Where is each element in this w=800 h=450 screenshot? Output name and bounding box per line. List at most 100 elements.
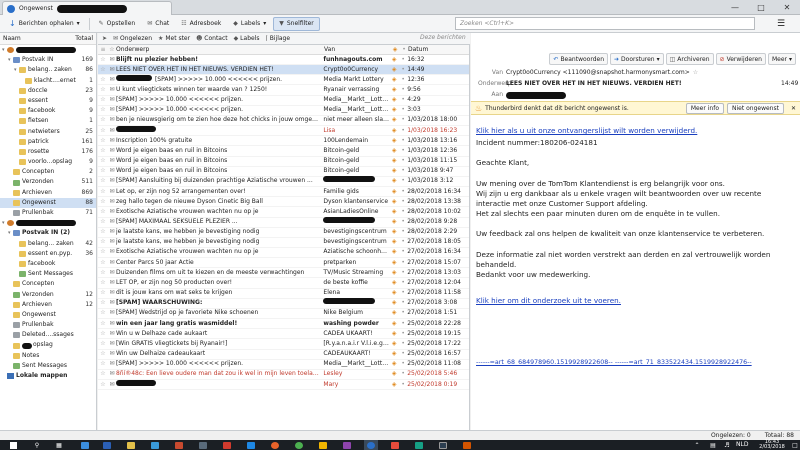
read-status-icon[interactable]: • <box>399 288 407 298</box>
junk-flame-icon[interactable]: ◈ <box>389 115 399 125</box>
thread-column-icon[interactable]: ≡ <box>98 46 108 53</box>
task-view-icon[interactable]: ▦ <box>52 440 66 450</box>
read-status-icon[interactable]: • <box>399 329 407 339</box>
message-row[interactable]: ☆ ✉ Word je eigen baas en ruil in Bitcoins… <box>98 167 469 177</box>
hamburger-menu-icon[interactable]: ☰ <box>770 17 792 30</box>
junk-flame-icon[interactable]: ◈ <box>389 136 399 146</box>
forward-button[interactable]: ➜ Doorsturen ▾ <box>610 53 664 65</box>
junk-flame-icon[interactable]: ◈ <box>389 156 399 166</box>
junk-flame-icon[interactable]: ◈ <box>389 85 399 95</box>
star-icon[interactable]: ☆ <box>98 247 108 257</box>
read-status-icon[interactable]: • <box>399 187 407 197</box>
app-icon[interactable] <box>100 440 114 450</box>
read-status-icon[interactable]: • <box>399 85 407 95</box>
message-row[interactable]: ☆ ✉ Word je eigen baas en ruil in Bitcoins… <box>98 157 469 167</box>
tags-button[interactable]: ◆ Labels ▾ <box>228 17 271 31</box>
subject-column[interactable]: Onderwerp <box>116 46 324 53</box>
star-icon[interactable]: ☆ <box>98 156 108 166</box>
close-icon[interactable]: ✕ <box>787 105 800 112</box>
junk-flame-icon[interactable]: ◈ <box>389 369 399 379</box>
message-row[interactable]: ☆ ✉ [SPAM] >>>>> 10.000 <<<<<< prijzen. Med… <box>98 74 469 86</box>
get-mail-button[interactable]: ↓ Berichten ophalen ▾ <box>4 17 85 31</box>
star-icon[interactable]: ☆ <box>98 319 108 329</box>
message-row[interactable]: ☆ ✉ [SPAM] Wedstrijd op je favoriete Nike … <box>98 308 469 320</box>
read-status-icon[interactable]: • <box>399 319 407 329</box>
read-status-icon[interactable]: • <box>399 105 407 115</box>
folder-item[interactable]: Archieven 12 <box>0 300 96 310</box>
message-row[interactable]: ☆ ✉ Duizenden films om uit te kiezen en de… <box>98 268 469 279</box>
message-row[interactable]: ☆ ✉ zeg hallo tegen de nieuwe Dyson Cineti… <box>98 197 469 208</box>
folder-item[interactable]: facebook <box>0 259 96 269</box>
write-button[interactable]: ✎ Opstellen <box>94 17 141 31</box>
junk-flame-icon[interactable]: ◈ <box>389 380 399 390</box>
read-status-icon[interactable]: • <box>399 197 407 207</box>
filter-contact-button[interactable]: ☻ Contact <box>196 35 228 42</box>
tray-chevron-icon[interactable]: ⌃ <box>690 440 704 450</box>
message-row[interactable]: ☆ ✉ Exotische Aziatische vrouwen wachten n… <box>98 247 469 259</box>
message-row[interactable]: ☆ ✉ LET OP, er zijn nog 50 producten over!… <box>98 278 469 289</box>
folder-item[interactable]: klacht....ernet 1 <box>0 76 96 86</box>
read-status-icon[interactable]: • <box>399 156 407 166</box>
junk-flame-icon[interactable]: ◈ <box>389 126 399 136</box>
junk-flame-icon[interactable]: ◈ <box>389 308 399 318</box>
message-row[interactable]: ☆ ✉ Let op, er zijn nog 52 arrangementen o… <box>98 187 469 198</box>
folder-item[interactable]: ▾ Postvak IN (2) <box>0 228 96 238</box>
more-button[interactable]: Meer ▾ <box>767 53 796 65</box>
from-column[interactable]: Van <box>324 46 390 53</box>
thunderbird-taskbar-icon[interactable] <box>364 440 378 450</box>
junk-flame-icon[interactable]: ◈ <box>389 278 399 288</box>
close-icon[interactable]: ✕ <box>774 1 800 14</box>
folder-item[interactable]: Notes <box>0 351 96 361</box>
star-column-icon[interactable]: ☆ <box>108 46 116 53</box>
star-icon[interactable]: ☆ <box>98 115 108 125</box>
app-icon[interactable] <box>436 440 450 450</box>
quick-filter-button[interactable]: ▼ Snelfilter <box>273 16 320 31</box>
minimize-icon[interactable]: — <box>722 1 748 14</box>
junk-flame-icon[interactable]: ◈ <box>389 146 399 156</box>
app-icon[interactable] <box>460 440 474 450</box>
folder-item[interactable]: doccle 23 <box>0 86 96 96</box>
star-icon[interactable]: ☆ <box>98 308 108 318</box>
star-icon[interactable]: ☆ <box>693 69 698 76</box>
read-status-icon[interactable]: • <box>399 278 407 288</box>
junk-flame-icon[interactable]: ◈ <box>389 207 399 217</box>
junk-flame-icon[interactable]: ◈ <box>389 95 399 105</box>
folder-item[interactable]: Sent Messages <box>0 269 96 279</box>
folder-item[interactable]: Verzonden 12 <box>0 290 96 300</box>
star-icon[interactable]: ☆ <box>98 268 108 278</box>
junk-flame-icon[interactable]: ◈ <box>389 319 399 329</box>
junk-flame-icon[interactable]: ◈ <box>389 339 399 349</box>
message-row[interactable]: ☆ ✉ Blijft nu plezier hebben! funhnagouts.c… <box>98 55 469 66</box>
reply-button[interactable]: ↶ Beantwoorden <box>549 53 608 65</box>
message-row[interactable]: ☆ ✉ ben je nieuwsgierig om te zien hoe dez… <box>98 115 469 127</box>
app-icon[interactable] <box>78 440 92 450</box>
address-book-button[interactable]: ☷ Adresboek <box>176 17 226 31</box>
junk-flame-icon[interactable]: ◈ <box>389 359 399 369</box>
read-status-icon[interactable]: • <box>399 298 407 308</box>
star-icon[interactable]: ☆ <box>98 146 108 156</box>
read-status-icon[interactable]: • <box>399 75 407 85</box>
folder-item[interactable]: opslag <box>0 340 96 350</box>
star-icon[interactable]: ☆ <box>98 298 108 308</box>
read-status-icon[interactable]: • <box>399 176 407 186</box>
folder-item[interactable]: rosette 176 <box>0 147 96 157</box>
junk-flame-icon[interactable]: ◈ <box>389 247 399 257</box>
app-icon[interactable] <box>412 440 426 450</box>
read-status-icon[interactable]: • <box>399 95 407 105</box>
read-status-icon[interactable]: • <box>399 258 407 268</box>
app-icon[interactable] <box>388 440 402 450</box>
unsubscribe-link[interactable]: Klik hier als u uit onze ontvangerslijst… <box>476 126 697 135</box>
star-icon[interactable]: ☆ <box>98 176 108 186</box>
message-row[interactable]: ☆ ✉ [SPAM] >>>>> 10.000 <<<<<< prijzen. Med… <box>98 96 469 106</box>
junk-flame-icon[interactable]: ◈ <box>389 187 399 197</box>
read-status-icon[interactable]: • <box>399 126 407 136</box>
chat-button[interactable]: ✉ Chat <box>142 17 174 31</box>
read-status-icon[interactable]: • <box>399 339 407 349</box>
message-row[interactable]: ☆ ✉ Win uw Delhaize cadeaukaart CADEAUKAART… <box>98 350 469 360</box>
folder-item[interactable]: fietsen 1 <box>0 116 96 126</box>
junk-flame-icon[interactable]: ◈ <box>389 258 399 268</box>
star-icon[interactable]: ☆ <box>98 136 108 146</box>
message-row[interactable]: ☆ ✉ [SPAM] Aansluiting bij duizenden prach… <box>98 176 469 188</box>
message-row[interactable]: ☆ ✉ Center Parcs 50 jaar Actie pretparken ◈ •… <box>98 258 469 269</box>
star-icon[interactable]: ☆ <box>98 329 108 339</box>
